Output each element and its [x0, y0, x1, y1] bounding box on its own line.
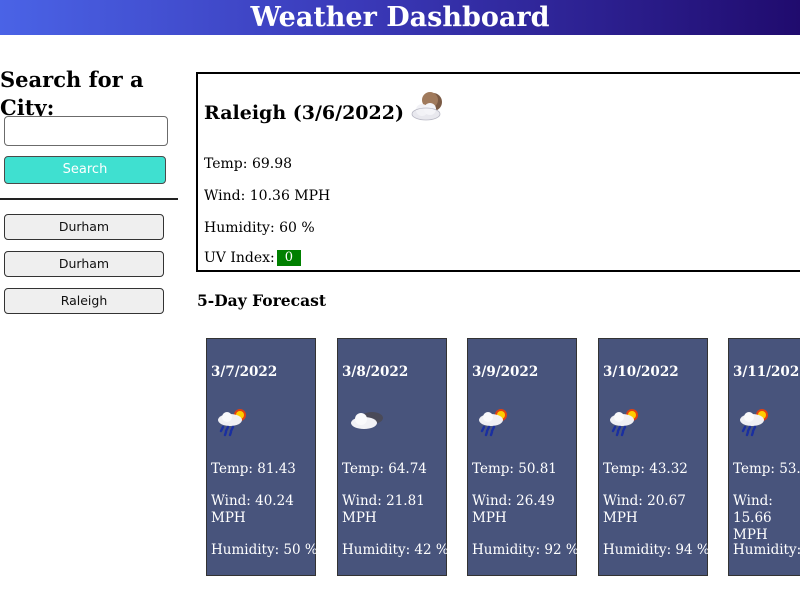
partly-cloudy-night-icon — [410, 92, 446, 122]
forecast-date: 3/7/2022 — [211, 364, 278, 380]
current-city-title: Raleigh (3/6/2022) — [204, 92, 446, 128]
history-button-durham[interactable]: Durham — [4, 251, 164, 277]
rain-sun-icon — [476, 405, 512, 437]
page-title: Weather Dashboard — [250, 2, 550, 33]
history-button-raleigh[interactable]: Raleigh — [4, 288, 164, 314]
current-city-date: Raleigh (3/6/2022) — [204, 102, 404, 124]
history-button-durham[interactable]: Durham — [4, 214, 164, 240]
forecast-card: 3/7/2022 Temp: 81.43 Wind: 40.24 MPH Hum… — [206, 338, 318, 576]
current-weather-panel: Raleigh (3/6/2022) Temp: 69.98 Wind: 10.… — [196, 72, 800, 272]
forecast-humidity: Humidity: 94 % — [603, 542, 710, 558]
forecast-card: 3/8/2022 Temp: 64.74 Wind: 21.81 MPH Hum… — [337, 338, 449, 576]
forecast-humidity: Humidity: 42 % — [342, 542, 449, 558]
sidebar-divider — [0, 198, 178, 200]
uv-label: UV Index: — [204, 250, 275, 266]
forecast-temp: Temp: 53.8 — [733, 461, 800, 477]
forecast-date: 3/10/2022 — [603, 364, 679, 380]
rain-sun-icon — [607, 405, 643, 437]
current-uv: UV Index: 0 — [204, 250, 302, 266]
forecast-wind: Wind: 26.49 MPH — [472, 493, 555, 526]
forecast-temp: Temp: 81.43 — [211, 461, 296, 477]
sidebar: Search for a City: Search Durham Durham … — [0, 66, 178, 314]
search-button[interactable]: Search — [4, 156, 166, 184]
forecast-card: 3/10/2022 Temp: 43.32 Wind: 20.67 MPH Hu… — [598, 338, 710, 576]
city-search-input[interactable] — [4, 116, 168, 146]
forecast-date: 3/9/2022 — [472, 364, 539, 380]
forecast-humidity: Humidity: 92 % — [472, 542, 579, 558]
forecast-date: 3/8/2022 — [342, 364, 409, 380]
current-wind: Wind: 10.36 MPH — [204, 188, 331, 204]
current-temp: Temp: 69.98 — [204, 156, 293, 172]
forecast-heading: 5-Day Forecast — [197, 291, 326, 310]
forecast-humidity: Humidity: 8 — [733, 542, 800, 558]
search-heading: Search for a City: — [0, 67, 144, 120]
forecast-card: 3/9/2022 Temp: 50.81 Wind: 26.49 MPH Hum… — [467, 338, 579, 576]
cloud-icon — [346, 405, 383, 437]
forecast-wind: Wind: 15.66 MPH — [733, 493, 773, 543]
rain-sun-icon — [215, 405, 251, 437]
uv-badge: 0 — [276, 250, 302, 266]
forecast-date: 3/11/2022 — [733, 364, 800, 380]
rain-sun-icon — [737, 405, 773, 437]
forecast-card: 3/11/2022 Temp: 53.8 Wind: 15.66 MPH Hum… — [728, 338, 800, 576]
page-header: Weather Dashboard — [0, 0, 800, 35]
forecast-wind: Wind: 20.67 MPH — [603, 493, 686, 526]
forecast-temp: Temp: 50.81 — [472, 461, 557, 477]
current-humidity: Humidity: 60 % — [204, 220, 315, 236]
forecast-humidity: Humidity: 50 % — [211, 542, 318, 558]
forecast-wind: Wind: 40.24 MPH — [211, 493, 294, 526]
forecast-wind: Wind: 21.81 MPH — [342, 493, 425, 526]
forecast-temp: Temp: 43.32 — [603, 461, 688, 477]
forecast-temp: Temp: 64.74 — [342, 461, 427, 477]
